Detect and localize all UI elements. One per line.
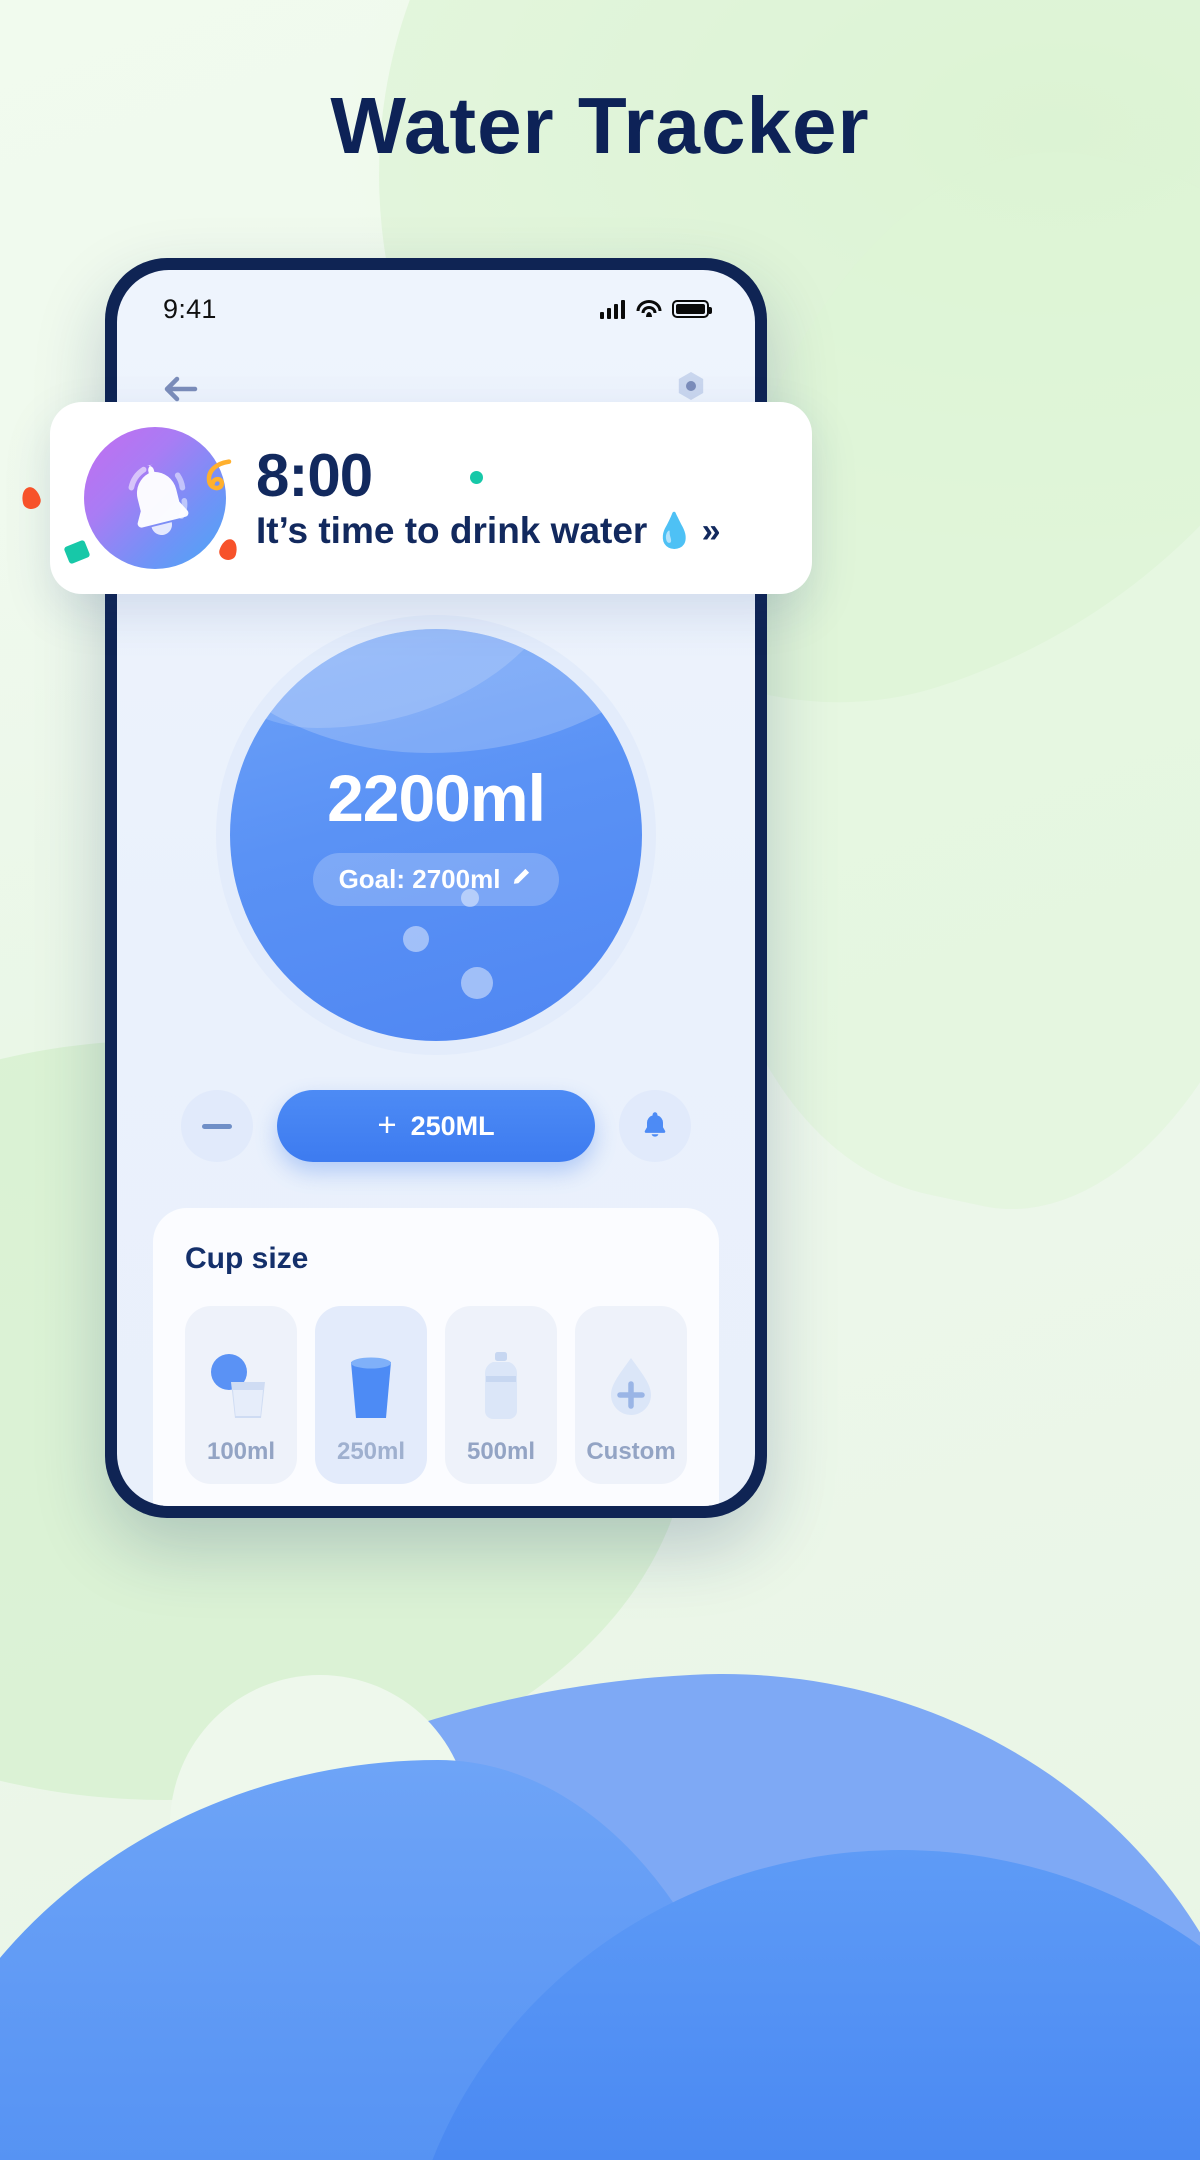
reminder-button[interactable] [619,1090,691,1162]
cup-size-label: 250ml [336,1438,406,1465]
battery-full-icon [672,300,712,318]
small-glass-icon [205,1350,277,1424]
water-progress-ring: 2200ml Goal: 2700ml [216,615,656,1055]
water-bubble [460,966,493,999]
cup-size-option-100ml[interactable]: 100ml [185,1306,297,1484]
wifi-icon [636,299,661,319]
minus-icon [202,1123,232,1129]
notification-message: It’s time to drink water [256,510,648,552]
orange-swirl-decoration [202,456,238,501]
add-intake-label: 250ML [410,1110,495,1141]
plus-droplet-icon [595,1350,667,1424]
status-bar: 9:41 [117,270,755,348]
intake-actions: + 250ML [117,1090,755,1162]
chevron-forward-icon[interactable]: » [702,512,721,550]
decrease-intake-button[interactable] [181,1090,253,1162]
cup-size-option-250ml[interactable]: 250ml [315,1306,427,1484]
cup-size-card: Cup size 100ml 250ml 500ml Custom [153,1208,719,1506]
cup-size-option-custom[interactable]: Custom [575,1306,687,1484]
daily-goal-label: Goal: 2700ml [338,863,501,894]
status-time: 9:41 [163,293,217,324]
notification-time: 8:00 [256,442,373,510]
back-arrow-icon[interactable] [161,374,199,404]
water-progress-section: 2200ml Goal: 2700ml [117,600,755,1070]
cup-size-heading: Cup size [185,1242,309,1275]
water-amount-value: 2200ml [327,760,546,835]
cup-size-label: 500ml [466,1438,536,1465]
daily-goal-pill[interactable]: Goal: 2700ml [312,852,560,906]
bell-icon [638,1108,672,1145]
notification-banner[interactable]: 8:00 It’s time to drink water 💧 » [50,402,812,594]
notification-message-row: It’s time to drink water 💧 » [256,510,721,552]
orange-drop-decoration [217,537,240,563]
cellular-signal-icon [599,299,625,319]
plus-icon: + [377,1106,397,1143]
bottle-icon [465,1350,537,1424]
notification-content: 8:00 It’s time to drink water 💧 » [206,442,721,563]
water-drop-icon: 💧 [653,511,696,550]
page-title: Water Tracker [330,81,870,170]
cup-size-option-500ml[interactable]: 500ml [445,1306,557,1484]
add-intake-button[interactable]: + 250ML [277,1090,595,1162]
status-icons [599,299,712,319]
tall-cup-icon [335,1350,407,1424]
cup-size-label: 100ml [206,1438,276,1465]
pencil-edit-icon[interactable] [510,864,533,895]
cup-size-label: Custom [586,1438,676,1465]
water-globe[interactable]: 2200ml Goal: 2700ml [230,629,642,1041]
water-bubble [403,925,430,952]
cup-size-options: 100ml 250ml 500ml Custom [185,1306,687,1484]
